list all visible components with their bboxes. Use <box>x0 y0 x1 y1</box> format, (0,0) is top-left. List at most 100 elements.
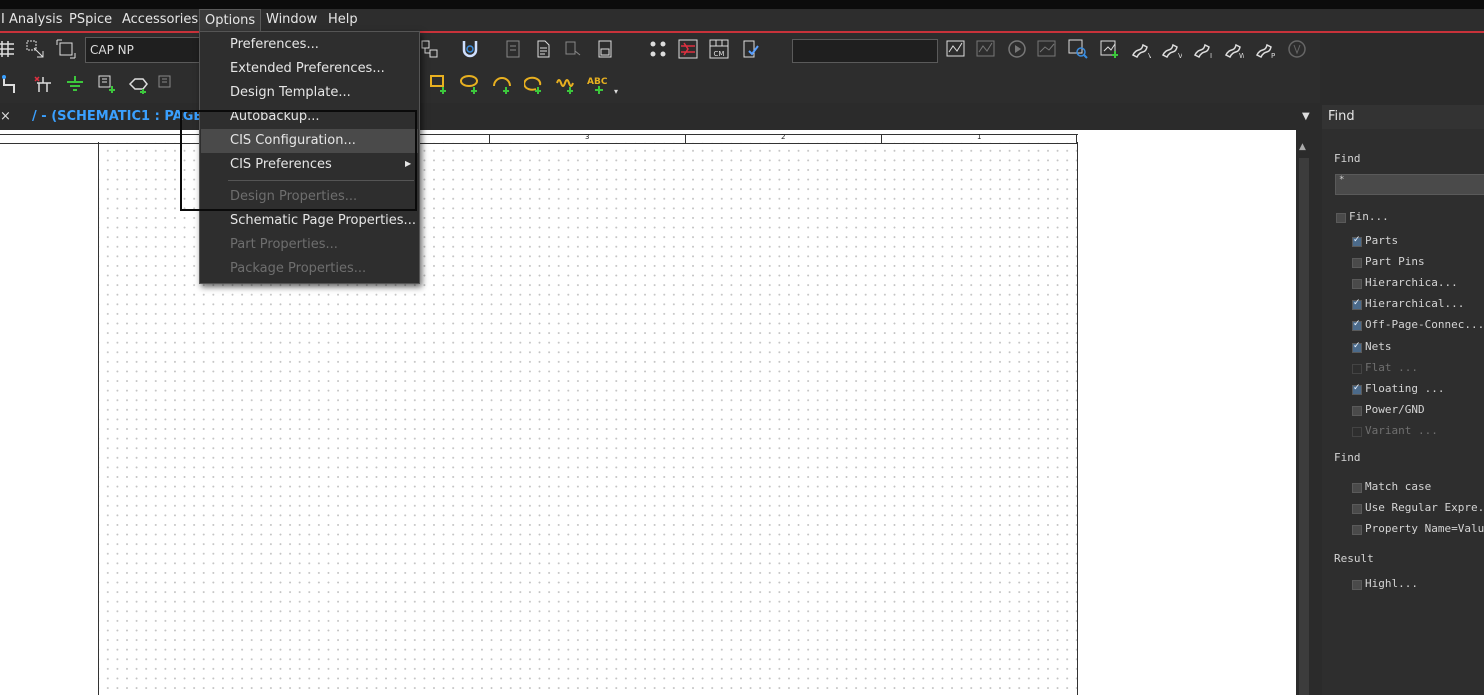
toolbar-overflow-icon[interactable]: ▾ <box>614 87 618 96</box>
bus-entry-icon[interactable] <box>33 74 53 94</box>
view-results-icon[interactable] <box>1037 39 1057 59</box>
find-match-option-label: Use Regular Expre... <box>1365 501 1484 514</box>
u-icon[interactable] <box>460 39 480 59</box>
menu-help[interactable]: Help <box>323 9 363 31</box>
arc-icon[interactable] <box>492 74 512 94</box>
menu-pspice[interactable]: PSpice <box>64 9 117 31</box>
elliptical-arc-icon[interactable] <box>524 74 544 94</box>
find-type-option-checkbox <box>1352 363 1362 374</box>
find-type-option-checkbox[interactable] <box>1352 383 1362 395</box>
profile-combo[interactable] <box>792 39 938 63</box>
find-type-option-label: Nets <box>1365 339 1392 353</box>
part-name-combo[interactable]: CAP NP <box>85 37 203 63</box>
grid-icon[interactable] <box>0 39 16 59</box>
close-tab-icon[interactable]: × <box>0 109 11 124</box>
power-probe-icon[interactable]: W <box>1224 39 1244 59</box>
find-type-option-label: Power/GND <box>1365 402 1425 416</box>
menu-bar: I Analysis PSpice Accessories Options Wi… <box>0 9 1484 33</box>
find-type-option-checkbox[interactable] <box>1352 298 1362 311</box>
scope-label: Fin... <box>1349 210 1389 223</box>
menu-item-preferences[interactable]: Preferences... <box>201 33 418 57</box>
ground-icon[interactable] <box>65 74 85 94</box>
bezier-icon[interactable] <box>556 74 576 94</box>
ellipse-icon[interactable] <box>460 74 480 94</box>
find-type-option-label: Off-Page-Connec... <box>1365 318 1484 332</box>
scope-checkbox[interactable] <box>1336 213 1346 223</box>
highlight-annotation-box <box>180 110 417 211</box>
menu-item-schematic-page-properties[interactable]: Schematic Page Properties... <box>201 209 418 233</box>
find-type-option-checkbox[interactable] <box>1352 319 1362 332</box>
cm-text: CM <box>714 50 725 58</box>
menu-analysis[interactable]: I Analysis <box>0 9 68 31</box>
bom-icon[interactable] <box>595 39 615 59</box>
cm-icon[interactable]: CM <box>709 39 729 59</box>
probe-p-text: P <box>1271 52 1275 59</box>
find-match-option-checkbox[interactable] <box>1352 525 1362 535</box>
off-page-connector-icon[interactable] <box>128 74 148 94</box>
find-match-option-checkbox[interactable] <box>1352 504 1362 514</box>
menu-accessories[interactable]: Accessories <box>117 9 203 31</box>
menu-item-extended-preferences[interactable]: Extended Preferences... <box>201 57 418 81</box>
toolbar: CAP NP CM V V I W P ABC ▾ <box>0 33 1320 103</box>
marker-icon[interactable] <box>1100 39 1120 59</box>
ruler-label: 2 <box>781 133 786 141</box>
netlist-icon[interactable] <box>503 39 523 59</box>
select-area-icon[interactable] <box>25 39 45 59</box>
dots-icon[interactable] <box>648 39 668 59</box>
document-icon[interactable] <box>533 39 553 59</box>
menu-options[interactable]: Options <box>199 9 262 31</box>
voltage-probe-icon[interactable]: V <box>1131 39 1151 59</box>
run-icon[interactable] <box>1007 39 1027 59</box>
ruler-label: 1 <box>977 133 982 141</box>
find-match-option-checkbox[interactable] <box>1352 483 1362 493</box>
find-type-option-label: Variant ... <box>1365 423 1438 437</box>
current-probe-icon[interactable]: I <box>1193 39 1213 59</box>
result-section-label: Result <box>1334 552 1374 565</box>
find-match-option-label: Property Name=Value <box>1365 522 1484 535</box>
find-type-option-label: Flat ... <box>1365 360 1418 374</box>
find-search-input[interactable]: * <box>1335 174 1484 195</box>
find-type-option-checkbox <box>1352 426 1362 437</box>
fit-area-icon[interactable] <box>56 39 76 59</box>
menu-item-design-template[interactable]: Design Template... <box>201 81 418 105</box>
result-option-checkbox[interactable] <box>1352 580 1362 590</box>
find-type-option-checkbox[interactable] <box>1352 279 1362 290</box>
find-type-option-label: Hierarchical... <box>1365 297 1465 311</box>
abc-text: ABC <box>587 77 608 87</box>
scroll-up-icon[interactable]: ▲ <box>1299 142 1306 152</box>
edit-simulation-icon[interactable] <box>976 39 996 59</box>
vertical-scrollbar[interactable]: ▲ <box>1296 130 1312 695</box>
find-panel: Find Find * Fin... Parts Part Pins Hierarc… <box>1322 105 1484 695</box>
menu-window[interactable]: Window <box>261 9 322 31</box>
hierarchy-icon[interactable] <box>420 39 440 59</box>
check-icon[interactable] <box>741 39 761 59</box>
find-type-option-label: Hierarchica... <box>1365 276 1458 290</box>
scroll-track[interactable] <box>1299 158 1309 695</box>
find-options-section-label: Find <box>1334 451 1361 464</box>
find-panel-title: Find <box>1322 105 1484 129</box>
hier-block-icon[interactable] <box>157 74 177 94</box>
find-type-option-checkbox[interactable] <box>1352 258 1362 269</box>
find-type-option-checkbox[interactable] <box>1352 235 1362 247</box>
menu-item-part-properties: Part Properties... <box>230 237 338 252</box>
find-type-option-checkbox[interactable] <box>1352 405 1362 416</box>
find-match-option-label: Match case <box>1365 480 1432 493</box>
title-strip <box>0 0 1484 9</box>
panel-dropdown-icon[interactable]: ▼ <box>1302 111 1310 122</box>
magnify-icon[interactable] <box>1068 39 1088 59</box>
menu-item-package-properties: Package Properties... <box>230 261 367 276</box>
voltage-diff-probe-icon[interactable]: V <box>1162 39 1182 59</box>
wire-icon[interactable] <box>1 74 21 94</box>
place-part-icon[interactable] <box>97 74 117 94</box>
new-simulation-icon[interactable] <box>946 39 966 59</box>
net-group-icon[interactable] <box>678 39 698 59</box>
p-probe-icon[interactable]: P <box>1255 39 1275 59</box>
find-type-option-checkbox[interactable] <box>1352 341 1362 353</box>
annotate-icon[interactable] <box>563 39 583 59</box>
find-section-label: Find <box>1334 152 1361 165</box>
rectangle-icon[interactable] <box>429 74 449 94</box>
probe-w-text: W <box>1239 52 1244 59</box>
v-circle-icon[interactable] <box>1287 39 1307 59</box>
text-icon[interactable]: ABC <box>587 74 611 94</box>
find-type-option-label: Parts <box>1365 234 1399 247</box>
